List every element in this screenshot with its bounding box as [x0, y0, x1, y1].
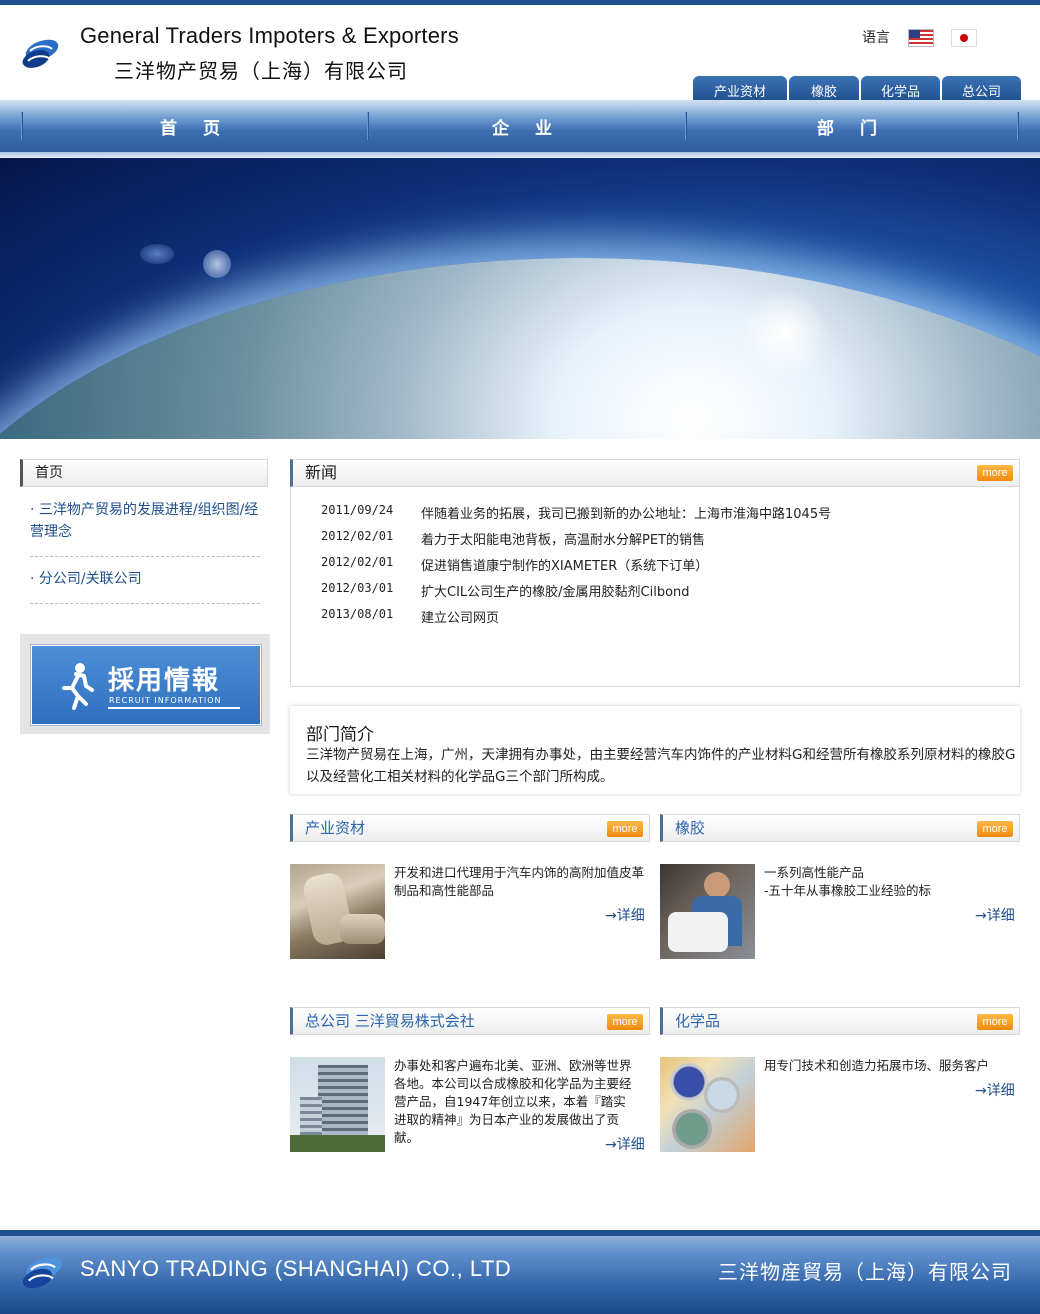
nav-item-home[interactable]: 首 页: [22, 100, 368, 152]
rubber-more-button[interactable]: more: [977, 821, 1013, 837]
section-title[interactable]: 橡胶: [675, 819, 705, 837]
news-date: 2012/02/01: [321, 529, 394, 543]
news-title[interactable]: 扩大CIL公司生产的橡胶/金属用胶黏剂Cilbond: [421, 581, 690, 600]
section-heading-rubber: 橡胶: [660, 814, 1020, 842]
news-heading-label: 新闻: [305, 463, 338, 482]
detail-link[interactable]: →详细: [605, 905, 645, 925]
divider: [30, 556, 260, 557]
footer-company-cn: 三洋物産貿易（上海）有限公司: [718, 1260, 1012, 1284]
section-text: 开发和进口代理用于汽车内饰的高附加值皮革制品和高性能部品: [394, 865, 645, 898]
footer-company-en: SANYO TRADING (SHANGHAI) CO., LTD: [80, 1256, 512, 1281]
news-date: 2012/03/01: [321, 581, 394, 595]
section-title[interactable]: 产业资材: [305, 819, 365, 837]
news-title[interactable]: 促进销售道康宁制作的XIAMETER（系统下订单）: [421, 555, 708, 574]
recruit-subtitle: RECRUIT INFORMATION: [109, 696, 222, 705]
hero-earth-banner: [0, 158, 1040, 439]
office-building-image[interactable]: [290, 1057, 385, 1152]
nav-item-departments[interactable]: 部 门: [687, 100, 1017, 152]
recruit-underline: [108, 707, 240, 709]
detail-link[interactable]: →详细: [975, 905, 1015, 925]
news-heading: 新闻: [290, 459, 1020, 487]
language-label: 语言: [862, 30, 890, 46]
department-intro-body: 三洋物产贸易在上海，广州，天津拥有办事处，由主要经营汽车内饰件的产业材料G和经营…: [306, 747, 1016, 785]
news-title[interactable]: 着力于太阳能电池背板，高温耐水分解PET的销售: [421, 529, 705, 548]
section-text: 办事处和客户遍布北美、亚洲、欧洲等世界各地。本公司以合成橡胶和化学品为主要经营产…: [394, 1058, 632, 1145]
earth-image: [0, 258, 1040, 439]
head-office-more-button[interactable]: more: [607, 1014, 643, 1030]
lens-flare: [203, 250, 231, 278]
recruit-title: 採用情報: [108, 666, 221, 696]
section-heading-industrial: 产业资材: [290, 814, 650, 842]
sun-flare: [740, 288, 830, 378]
car-seat-image[interactable]: [290, 864, 385, 959]
site-footer: SANYO TRADING (SHANGHAI) CO., LTD 三洋物産貿易…: [0, 1230, 1040, 1314]
detail-link[interactable]: →详细: [975, 1080, 1015, 1100]
section-text: 用专门技术和创造力拓展市场、服务客户: [764, 1058, 990, 1073]
section-heading-head-office: 总公司 三洋貿易株式会社: [290, 1007, 650, 1035]
divider: [30, 603, 260, 604]
section-heading-chemicals: 化学品: [660, 1007, 1020, 1035]
us-flag-icon[interactable]: [908, 29, 934, 47]
department-intro: 部门简介 三洋物产贸易在上海，广州，天津拥有办事处，由主要经营汽车内饰件的产业材…: [290, 706, 1020, 794]
sidebar-link-branches[interactable]: · 分公司/关联公司: [30, 568, 260, 590]
paint-cans-image[interactable]: [660, 1057, 755, 1152]
rubber-worker-image[interactable]: [660, 864, 755, 959]
recruit-banner[interactable]: 採用情報 RECRUIT INFORMATION: [31, 645, 261, 725]
lens-flare: [140, 244, 174, 264]
detail-link[interactable]: →详细: [605, 1134, 645, 1154]
news-date: 2011/09/24: [321, 503, 394, 517]
news-date: 2012/02/01: [321, 555, 394, 569]
news-title[interactable]: 建立公司网页: [421, 607, 499, 626]
site-title-cn: 三洋物产贸易（上海）有限公司: [114, 59, 408, 83]
site-title-en: General Traders Impoters & Exporters: [80, 23, 459, 48]
section-title[interactable]: 总公司 三洋貿易株式会社: [305, 1012, 475, 1030]
chemicals-more-button[interactable]: more: [977, 1014, 1013, 1030]
news-title[interactable]: 伴随着业务的拓展，我司已搬到新的办公地址：上海市淮海中路1045号: [421, 503, 831, 522]
sidebar-link-history[interactable]: · 三洋物产贸易的发展进程/组织图/经营理念: [30, 499, 260, 543]
runner-icon: [62, 663, 94, 710]
news-more-button[interactable]: more: [977, 465, 1013, 481]
company-logo[interactable]: [20, 37, 62, 71]
news-date: 2013/08/01: [321, 607, 394, 621]
footer-logo: [22, 1257, 62, 1289]
recruit-banner-frame: 採用情報 RECRUIT INFORMATION: [20, 634, 270, 734]
main-nav: 首 页 企 业 部 门: [0, 100, 1040, 152]
department-intro-title: 部门简介: [306, 725, 374, 745]
industrial-more-button[interactable]: more: [607, 821, 643, 837]
japan-flag-icon[interactable]: [951, 29, 977, 47]
nav-item-company[interactable]: 企 业: [369, 100, 685, 152]
section-text: 一系列高性能产品 -五十年从事橡胶工业经验的标: [764, 865, 932, 898]
nav-separator: [1017, 112, 1019, 140]
sidebar-heading: 首页: [20, 459, 268, 487]
site-header: General Traders Impoters & Exporters 三洋物…: [0, 5, 1040, 104]
section-title[interactable]: 化学品: [675, 1012, 720, 1030]
